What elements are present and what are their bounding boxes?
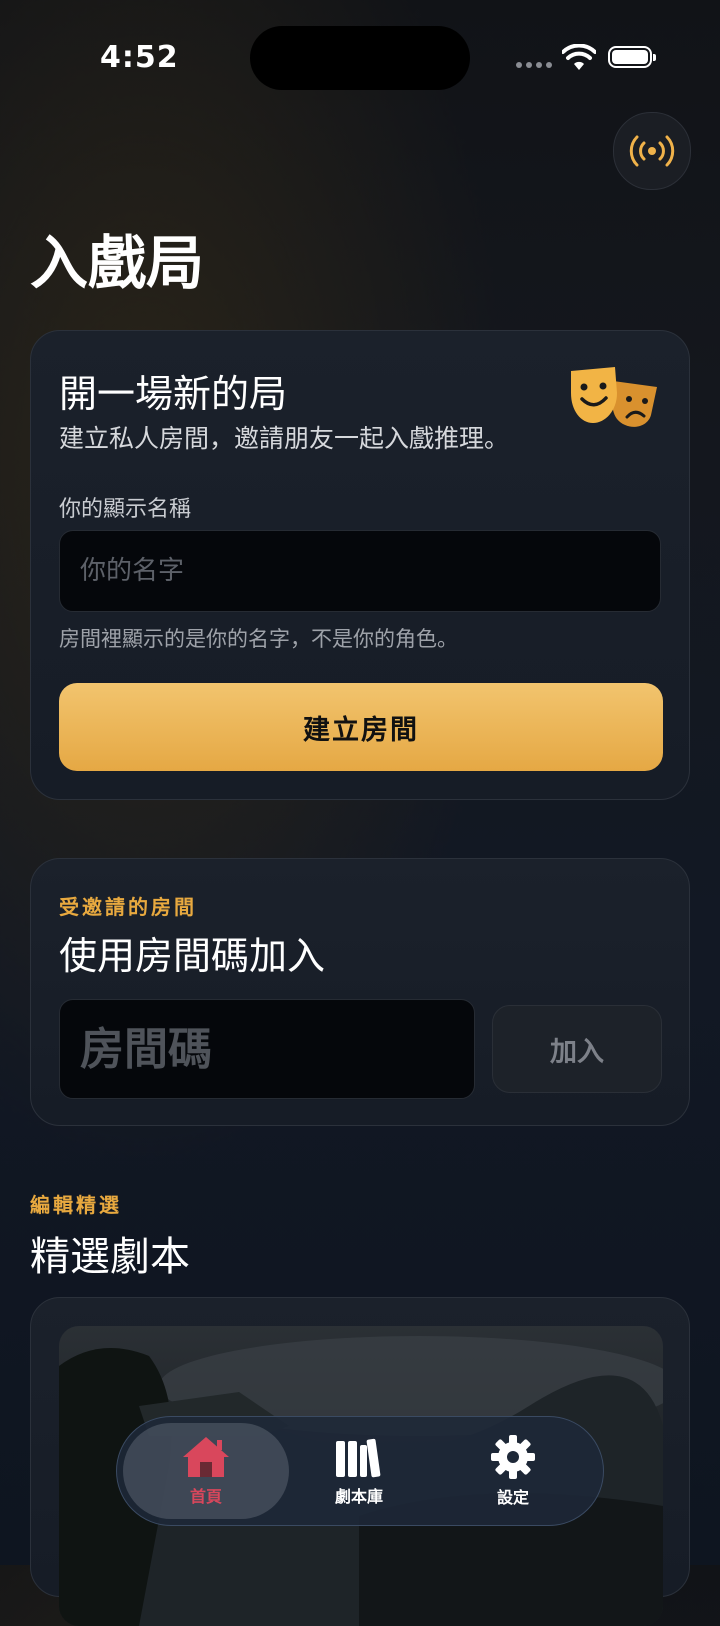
theater-masks-icon xyxy=(571,367,657,427)
create-room-subtitle: 建立私人房間，邀請朋友一起入戲推理。 xyxy=(59,424,510,453)
create-room-button[interactable]: 建立房間 xyxy=(59,683,663,771)
join-room-eyebrow: 受邀請的房間 xyxy=(59,895,197,919)
display-name-hint: 房間裡顯示的是你的名字，不是你的角色。 xyxy=(59,627,458,651)
page-title: 入戲局 xyxy=(30,229,205,297)
join-room-title: 使用房間碼加入 xyxy=(59,934,326,978)
featured-title: 精選劇本 xyxy=(30,1234,190,1280)
create-room-title: 開一場新的局 xyxy=(59,372,288,416)
broadcast-icon xyxy=(629,135,675,167)
display-name-input[interactable] xyxy=(59,530,661,612)
room-code-input[interactable] xyxy=(59,999,475,1099)
tab-settings[interactable]: 設定 xyxy=(433,1423,593,1519)
gear-icon xyxy=(491,1435,535,1479)
home-icon xyxy=(183,1437,229,1477)
tab-settings-label: 設定 xyxy=(496,1488,529,1507)
tab-library[interactable]: 劇本庫 xyxy=(279,1423,439,1519)
featured-eyebrow: 編輯精選 xyxy=(30,1193,122,1217)
broadcast-button[interactable] xyxy=(613,112,691,190)
tab-home[interactable]: 首頁 xyxy=(123,1423,289,1519)
tab-home-label: 首頁 xyxy=(189,1487,222,1506)
tab-bar: 首頁 劇本庫 設定 xyxy=(116,1416,604,1526)
join-button[interactable]: 加入 xyxy=(492,1005,662,1093)
status-time: 4:52 xyxy=(100,40,179,75)
dynamic-island xyxy=(250,26,470,90)
books-icon xyxy=(336,1438,381,1478)
cellular-signal-icon xyxy=(516,62,552,68)
create-room-card: 開一場新的局 建立私人房間，邀請朋友一起入戲推理。 你的顯示名稱 房間裡顯示的是… xyxy=(30,330,690,800)
join-room-card: 受邀請的房間 使用房間碼加入 加入 xyxy=(30,858,690,1126)
tab-library-label: 劇本庫 xyxy=(334,1487,383,1506)
display-name-label: 你的顯示名稱 xyxy=(59,497,192,522)
battery-icon xyxy=(608,46,656,68)
wifi-icon xyxy=(562,44,596,70)
